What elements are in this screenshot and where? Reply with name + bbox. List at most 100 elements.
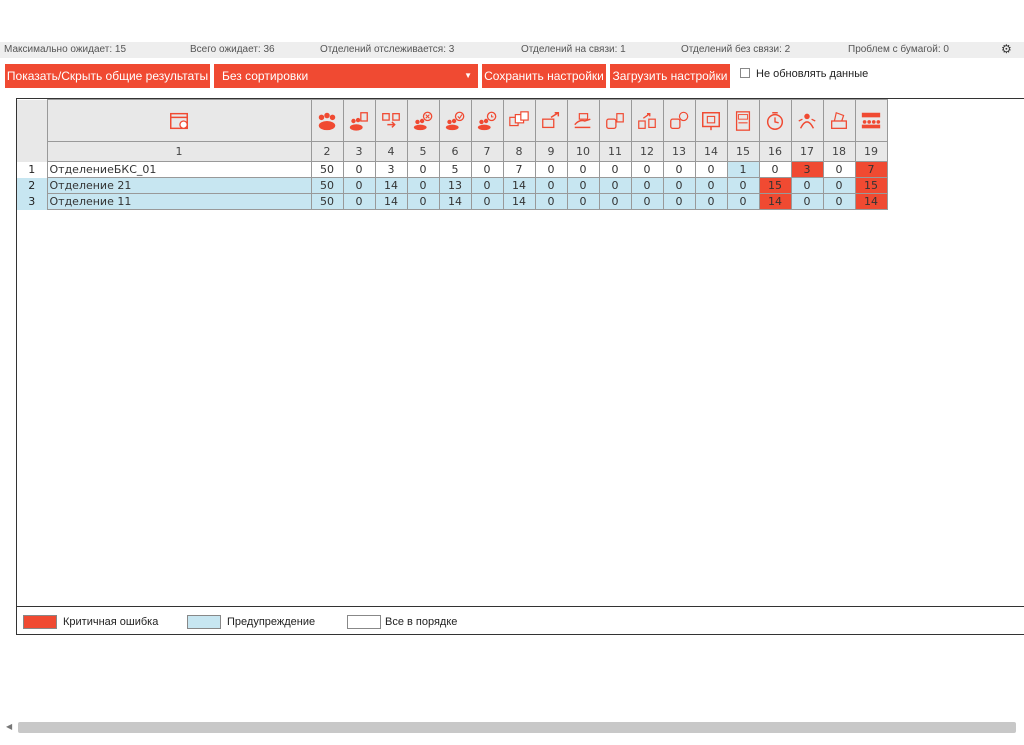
table-cell: 1 [726, 161, 760, 178]
table-cell: 0 [598, 193, 632, 210]
people-cancel-icon [408, 110, 438, 132]
column-header-icon-2[interactable] [310, 99, 344, 142]
table-cell: 0 [470, 161, 504, 178]
column-header-icon-1[interactable] [46, 99, 312, 142]
column-number: 14 [694, 141, 728, 162]
legend-critical-label: Критичная ошибка [63, 616, 159, 628]
table-cell: 0 [598, 177, 632, 194]
column-number: 1 [46, 141, 312, 162]
table-cell: 14 [854, 193, 888, 210]
ticket-counter-icon [728, 110, 758, 132]
table-cell: 0 [406, 161, 440, 178]
table-cell: 0 [694, 177, 728, 194]
column-number: 10 [566, 141, 600, 162]
table-cell: 0 [534, 193, 568, 210]
gear-icon[interactable]: ⚙ [1001, 42, 1012, 56]
people-group-icon [312, 110, 342, 132]
column-number: 12 [630, 141, 664, 162]
table-row[interactable]: 3 Отделение 11 50 0 14 0 14 0 14 0 0 0 0 0 0 0 14 0 0 14 [17, 193, 888, 210]
table-cell: 0 [790, 193, 824, 210]
branch-name[interactable]: Отделение 21 [46, 177, 312, 194]
load-settings-button[interactable]: Загрузить настройки [610, 64, 730, 88]
column-header-icon-4[interactable] [374, 99, 408, 142]
table-cell: 50 [310, 193, 344, 210]
column-header-icon-17[interactable] [790, 99, 824, 142]
no-update-checkbox[interactable] [740, 68, 750, 78]
queue-screens-icon [504, 110, 534, 132]
horizontal-scrollbar[interactable]: ◀ [6, 722, 1016, 733]
people-clock-icon [472, 110, 502, 132]
window-transfer-icon [632, 110, 662, 132]
status-bar: Максимально ожидает: 15 Всего ожидает: 3… [0, 42, 1024, 58]
status-max-wait: Максимально ожидает: 15 [4, 44, 127, 55]
operator-alert-icon [792, 110, 822, 132]
monitor-transfer-icon [536, 110, 566, 132]
branch-name[interactable]: ОтделениеБКС_01 [46, 161, 312, 178]
table-cell: 0 [822, 177, 856, 194]
printer-paper-icon [824, 110, 854, 132]
status-tracked: Отделений отслеживается: 3 [320, 44, 455, 55]
column-header-icon-9[interactable] [534, 99, 568, 142]
column-header-icon-13[interactable] [662, 99, 696, 142]
table-cell: 0 [726, 193, 760, 210]
sort-select-value: Без сортировки [222, 69, 309, 83]
column-header-icon-18[interactable] [822, 99, 856, 142]
table-cell: 0 [534, 177, 568, 194]
row-index: 3 [17, 193, 48, 210]
table-cell: 0 [534, 161, 568, 178]
table-cell: 14 [758, 193, 792, 210]
column-header-icon-6[interactable] [438, 99, 472, 142]
column-header-icon-8[interactable] [502, 99, 536, 142]
table-cell: 50 [310, 177, 344, 194]
results-panel: 1 2 3 4 5 6 7 8 9 10 11 12 13 14 15 16 17 18 19 1 Отделение… [16, 98, 1024, 635]
table-cell: 0 [790, 177, 824, 194]
column-header-icon-14[interactable] [694, 99, 728, 142]
status-offline: Отделений без связи: 2 [681, 44, 791, 55]
column-number: 17 [790, 141, 824, 162]
table-row[interactable]: 2 Отделение 21 50 0 14 0 13 0 14 0 0 0 0 0 0 0 15 0 0 15 [17, 177, 888, 194]
column-header-icon-7[interactable] [470, 99, 504, 142]
column-header-icon-15[interactable] [726, 99, 760, 142]
chevron-down-icon: ▼ [464, 71, 472, 80]
display-board-icon [696, 110, 726, 132]
column-number: 19 [854, 141, 888, 162]
status-total-wait: Всего ожидает: 36 [190, 44, 275, 55]
sort-select[interactable]: Без сортировки ▼ [214, 64, 478, 88]
table-cell: 0 [598, 161, 632, 178]
branches-table: 1 2 3 4 5 6 7 8 9 10 11 12 13 14 15 16 17 18 19 1 Отделение… [17, 99, 888, 210]
column-number: 4 [374, 141, 408, 162]
hand-cash-icon [568, 110, 598, 132]
table-cell: 14 [374, 177, 408, 194]
scroll-left-icon[interactable]: ◀ [6, 722, 12, 731]
table-cell: 0 [470, 177, 504, 194]
row-index: 1 [17, 161, 48, 178]
column-number: 13 [662, 141, 696, 162]
toggle-results-button[interactable]: Показать/Скрыть общие результаты [5, 64, 210, 88]
column-header-icon-16[interactable] [758, 99, 792, 142]
table-row[interactable]: 1 ОтделениеБКС_01 50 0 3 0 5 0 7 0 0 0 0 0 0 1 0 3 0 7 [17, 161, 888, 178]
legend-ok-swatch [347, 615, 381, 629]
table-cell: 0 [406, 193, 440, 210]
column-number: 15 [726, 141, 760, 162]
table-cell: 0 [342, 161, 376, 178]
legend-warning-swatch [187, 615, 221, 629]
column-header-icon-19[interactable] [854, 99, 888, 142]
table-cell: 0 [726, 177, 760, 194]
column-header-icon-12[interactable] [630, 99, 664, 142]
table-cell: 0 [630, 193, 664, 210]
column-header-icon-10[interactable] [566, 99, 600, 142]
column-number: 7 [470, 141, 504, 162]
table-cell: 0 [694, 161, 728, 178]
column-header-icon-5[interactable] [406, 99, 440, 142]
branch-name[interactable]: Отделение 11 [46, 193, 312, 210]
column-header-icon-11[interactable] [598, 99, 632, 142]
calendar-icon [48, 110, 310, 132]
status-online: Отделений на связи: 1 [521, 44, 626, 55]
save-settings-button[interactable]: Сохранить настройки [482, 64, 606, 88]
table-cell: 15 [758, 177, 792, 194]
table-cell: 0 [470, 193, 504, 210]
column-header-icon-3[interactable] [342, 99, 376, 142]
table-cell: 0 [822, 161, 856, 178]
terminal-ok-icon [664, 110, 694, 132]
column-number: 2 [310, 141, 344, 162]
